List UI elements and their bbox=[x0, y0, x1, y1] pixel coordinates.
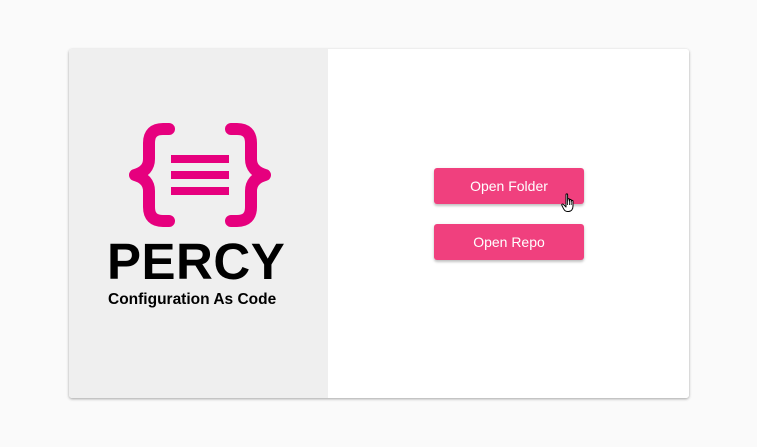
branding-panel: PERCY Configuration As Code bbox=[69, 49, 328, 398]
actions-panel: Open Folder Open Repo bbox=[328, 49, 689, 398]
welcome-card: PERCY Configuration As Code Open Folder … bbox=[69, 49, 689, 398]
brand-tagline: Configuration As Code bbox=[108, 291, 277, 308]
percy-logo-icon bbox=[129, 123, 271, 227]
open-folder-button[interactable]: Open Folder bbox=[434, 168, 584, 204]
open-repo-button[interactable]: Open Repo bbox=[434, 224, 584, 260]
brand-name: PERCY bbox=[107, 233, 286, 290]
